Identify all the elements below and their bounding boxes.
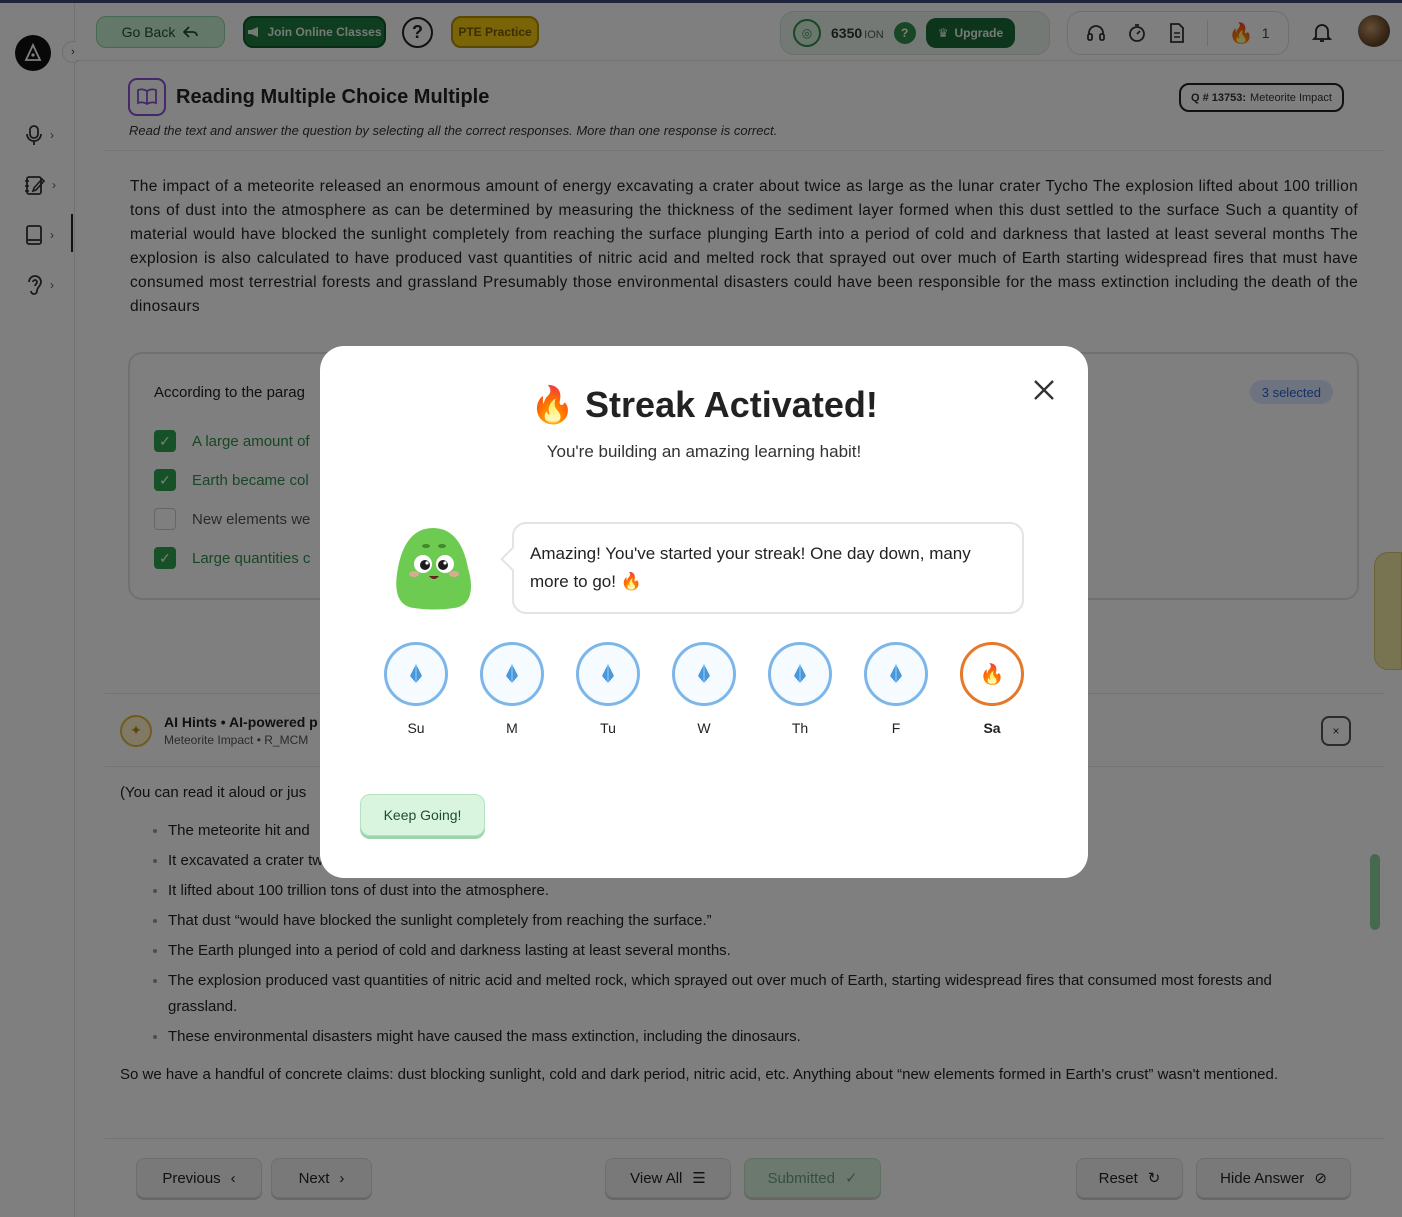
frozen-day-circle [864, 642, 928, 706]
day-label: Sa [983, 720, 1001, 736]
frozen-day-circle [672, 642, 736, 706]
day-wednesday: W [672, 642, 736, 736]
frozen-day-circle [768, 642, 832, 706]
day-label: F [891, 720, 901, 736]
day-label: Su [407, 720, 425, 736]
ice-drop-icon [794, 664, 806, 683]
keep-going-button[interactable]: Keep Going! [360, 794, 485, 836]
modal-subtitle: You're building an amazing learning habi… [546, 442, 862, 461]
streak-modal: 🔥 Streak Activated! You're building an a… [320, 346, 1088, 878]
ice-drop-icon [410, 664, 422, 683]
day-thursday: Th [768, 642, 832, 736]
day-label: Tu [600, 720, 616, 736]
frozen-day-circle [384, 642, 448, 706]
modal-title-text: Streak Activated! [585, 384, 878, 425]
ice-drop-icon [602, 664, 614, 683]
frozen-day-circle [480, 642, 544, 706]
fire-icon: 🔥 [979, 663, 1005, 686]
weekly-streak-tracker: Su M Tu W Th F 🔥 Sa [384, 642, 1024, 742]
day-label: W [697, 720, 711, 736]
day-label: Th [791, 720, 809, 736]
active-day-circle: 🔥 [960, 642, 1024, 706]
ice-drop-icon [890, 664, 902, 683]
mascot-speech-bubble: Amazing! You've started your streak! One… [512, 522, 1024, 614]
frozen-day-circle [576, 642, 640, 706]
modal-title: 🔥 Streak Activated! [320, 384, 1088, 426]
ice-drop-icon [506, 664, 518, 683]
day-friday: F [864, 642, 928, 736]
day-saturday: 🔥 Sa [960, 642, 1024, 736]
fire-icon: 🔥 [530, 384, 576, 425]
ice-drop-icon [698, 664, 710, 683]
day-sunday: Su [384, 642, 448, 736]
day-label: M [506, 720, 518, 736]
mascot-blob-icon [396, 528, 472, 610]
day-tuesday: Tu [576, 642, 640, 736]
day-monday: M [480, 642, 544, 736]
